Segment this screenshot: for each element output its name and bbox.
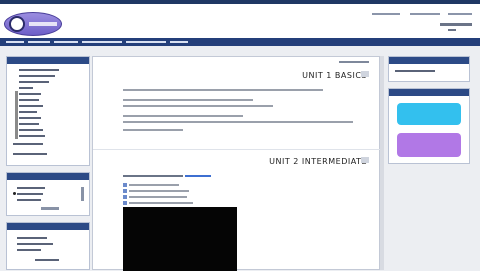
checkbox-column[interactable] bbox=[81, 187, 84, 201]
nav-tree-item[interactable] bbox=[19, 99, 39, 101]
unit-1-text bbox=[123, 129, 183, 131]
participant-item[interactable] bbox=[17, 237, 47, 239]
actions-block bbox=[388, 88, 470, 164]
radio-icon[interactable] bbox=[13, 192, 16, 195]
resource-link[interactable] bbox=[129, 190, 189, 192]
search-block bbox=[388, 56, 470, 82]
nav-item-1[interactable] bbox=[6, 41, 24, 43]
edit-link[interactable] bbox=[339, 61, 369, 63]
settings-more-link[interactable] bbox=[41, 207, 59, 210]
settings-item[interactable] bbox=[17, 187, 45, 189]
nav-tree-item[interactable] bbox=[19, 93, 41, 95]
resource-icon bbox=[123, 195, 127, 199]
resource-icon bbox=[123, 183, 127, 187]
settings-block bbox=[6, 172, 90, 216]
unit-2-title: UNIT 2 INTERMEDIATE bbox=[269, 157, 367, 166]
user-avatar[interactable] bbox=[448, 29, 456, 31]
resource-icon bbox=[123, 201, 127, 205]
unit-1-text bbox=[123, 99, 253, 101]
header-link-3[interactable] bbox=[448, 13, 472, 15]
action-button-1[interactable] bbox=[397, 103, 461, 125]
nav-tree-item[interactable] bbox=[19, 129, 43, 131]
nav-tree-item[interactable] bbox=[19, 69, 59, 71]
nav-item-2[interactable] bbox=[28, 41, 50, 43]
logo-wordmark bbox=[29, 22, 57, 26]
actions-block-header bbox=[389, 89, 469, 96]
resource-icon bbox=[123, 189, 127, 193]
participants-block bbox=[6, 222, 90, 270]
participants-block-header bbox=[7, 223, 89, 230]
nav-item-4[interactable] bbox=[82, 41, 122, 43]
unit-1-text bbox=[123, 105, 273, 107]
unit-1-text bbox=[123, 115, 243, 117]
navigation-block bbox=[6, 56, 90, 166]
nav-item-5[interactable] bbox=[126, 41, 166, 43]
unit-1-toggle-icon[interactable] bbox=[361, 71, 369, 77]
main-scrollbar[interactable] bbox=[380, 56, 384, 270]
unit-2-intro-link[interactable] bbox=[185, 175, 211, 177]
logo-emblem-icon bbox=[9, 16, 25, 32]
nav-item-3[interactable] bbox=[54, 41, 78, 43]
settings-item[interactable] bbox=[17, 193, 43, 195]
header-link-2[interactable] bbox=[410, 13, 440, 15]
action-button-2[interactable] bbox=[397, 133, 461, 157]
unit-1-text bbox=[123, 121, 353, 123]
nav-tree-item[interactable] bbox=[19, 87, 33, 89]
section-divider bbox=[93, 149, 381, 150]
nav-tree-item[interactable] bbox=[19, 117, 41, 119]
nav-tree-item[interactable] bbox=[19, 111, 37, 113]
nav-tree-item[interactable] bbox=[13, 143, 43, 145]
nav-tree-item[interactable] bbox=[19, 123, 39, 125]
settings-block-header bbox=[7, 173, 89, 180]
resource-link[interactable] bbox=[129, 196, 187, 198]
tree-bullets bbox=[15, 91, 18, 139]
unit-1-text bbox=[123, 89, 323, 91]
course-content: UNIT 1 BASICS UNIT 2 INTERMEDIATE bbox=[92, 56, 381, 271]
resource-link[interactable] bbox=[129, 202, 193, 204]
nav-item-6[interactable] bbox=[170, 41, 188, 43]
nav-tree-item[interactable] bbox=[19, 81, 49, 83]
user-name[interactable] bbox=[440, 23, 472, 26]
search-block-header bbox=[389, 57, 469, 64]
navigation-block-header bbox=[7, 57, 89, 64]
unit-2-intro bbox=[123, 175, 183, 177]
search-link[interactable] bbox=[395, 70, 435, 72]
settings-item[interactable] bbox=[17, 199, 41, 201]
header-link-1[interactable] bbox=[372, 13, 400, 15]
nav-tree-item[interactable] bbox=[19, 75, 55, 77]
site-header bbox=[0, 4, 480, 38]
site-logo[interactable] bbox=[4, 12, 62, 36]
nav-tree-item[interactable] bbox=[19, 135, 45, 137]
unit-1-title: UNIT 1 BASICS bbox=[302, 71, 367, 80]
unit-2-toggle-icon[interactable] bbox=[361, 157, 369, 163]
participant-item[interactable] bbox=[17, 249, 41, 251]
video-player[interactable] bbox=[123, 207, 237, 271]
participant-item[interactable] bbox=[35, 259, 59, 261]
main-nav bbox=[0, 38, 480, 46]
resource-link[interactable] bbox=[129, 184, 179, 186]
nav-tree-item[interactable] bbox=[13, 153, 47, 155]
participant-item[interactable] bbox=[17, 243, 53, 245]
nav-tree-item[interactable] bbox=[19, 105, 43, 107]
